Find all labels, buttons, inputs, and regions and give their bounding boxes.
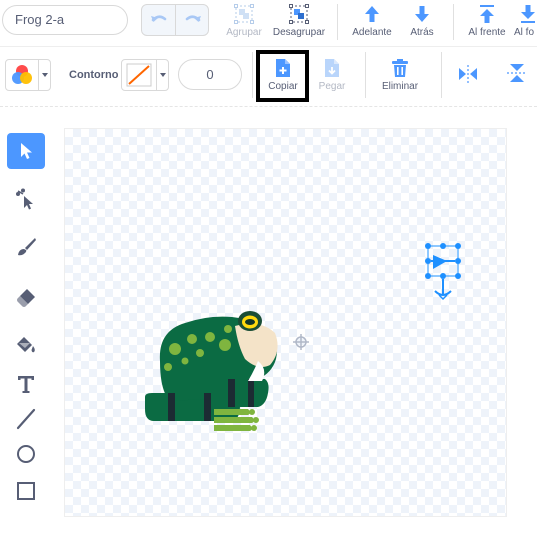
trash-icon — [392, 59, 408, 77]
undo-redo-group — [141, 4, 209, 36]
undo-button[interactable] — [142, 5, 175, 35]
text-tool[interactable] — [7, 366, 45, 402]
brush-tool[interactable] — [7, 229, 45, 265]
outline-dropdown-arrow[interactable] — [156, 60, 169, 90]
copy-highlight-box — [256, 50, 309, 102]
delete-button[interactable]: Eliminar — [376, 58, 424, 92]
to-back-button[interactable]: Al fo — [514, 4, 537, 38]
front-icon — [480, 5, 494, 23]
delete-label: Eliminar — [381, 81, 419, 92]
ungroup-label: Desagrupar — [272, 27, 326, 38]
redo-button[interactable] — [176, 5, 208, 35]
paste-button[interactable]: Pegar — [312, 58, 352, 92]
reshape-icon — [16, 188, 33, 210]
fill-icon — [17, 337, 35, 353]
flip-horizontal-button[interactable] — [457, 64, 479, 84]
undo-icon — [150, 15, 166, 22]
rectangle-tool[interactable] — [7, 473, 45, 509]
back-icon — [521, 5, 535, 23]
to-front-label: Al frente — [468, 27, 506, 38]
no-outline-icon — [126, 63, 152, 87]
to-front-button[interactable]: Al frente — [464, 4, 510, 38]
ungroup-icon — [289, 4, 309, 24]
backward-button[interactable]: Atrás — [402, 4, 442, 38]
frog-costume[interactable] — [140, 301, 290, 441]
center-crosshair-icon — [293, 334, 309, 350]
line-tool[interactable] — [7, 401, 45, 437]
color-palette-icon — [12, 65, 32, 84]
fill-tool[interactable] — [7, 327, 45, 363]
outline-color-picker[interactable] — [121, 59, 169, 91]
eraser-icon — [17, 289, 35, 307]
reshape-tool[interactable] — [7, 181, 45, 217]
fill-dropdown-arrow[interactable] — [38, 60, 51, 90]
fill-color-picker[interactable] — [5, 59, 51, 91]
rectangle-icon — [17, 482, 35, 500]
flip-horizontal-icon — [459, 65, 477, 83]
backward-icon — [415, 6, 429, 22]
forward-label: Adelante — [352, 27, 392, 38]
flip-vertical-button[interactable] — [506, 62, 528, 84]
circle-icon — [17, 445, 35, 463]
flip-vertical-icon — [507, 64, 527, 82]
selected-shape[interactable] — [425, 243, 461, 301]
redo-icon — [185, 15, 201, 22]
select-tool[interactable] — [7, 133, 45, 169]
text-icon — [18, 376, 34, 393]
outline-label: Contorno — [69, 69, 119, 81]
group-icon — [234, 4, 254, 24]
select-icon — [21, 143, 32, 159]
group-label: Agrupar — [226, 27, 262, 38]
to-back-label: Al fo — [514, 27, 535, 38]
outline-width-input[interactable]: 0 — [178, 59, 242, 90]
forward-button[interactable]: Adelante — [349, 4, 395, 38]
line-icon — [16, 408, 36, 430]
paint-canvas[interactable] — [64, 128, 507, 517]
paste-label: Pegar — [318, 81, 346, 92]
ungroup-button[interactable]: Desagrupar — [271, 4, 327, 38]
circle-tool[interactable] — [7, 436, 45, 472]
paste-icon — [325, 59, 339, 77]
group-button[interactable]: Agrupar — [224, 4, 264, 38]
costume-name-input[interactable]: Frog 2-a — [2, 5, 128, 35]
forward-icon — [365, 6, 379, 22]
backward-label: Atrás — [410, 27, 434, 38]
brush-icon — [18, 238, 36, 256]
eraser-tool[interactable] — [7, 279, 45, 315]
